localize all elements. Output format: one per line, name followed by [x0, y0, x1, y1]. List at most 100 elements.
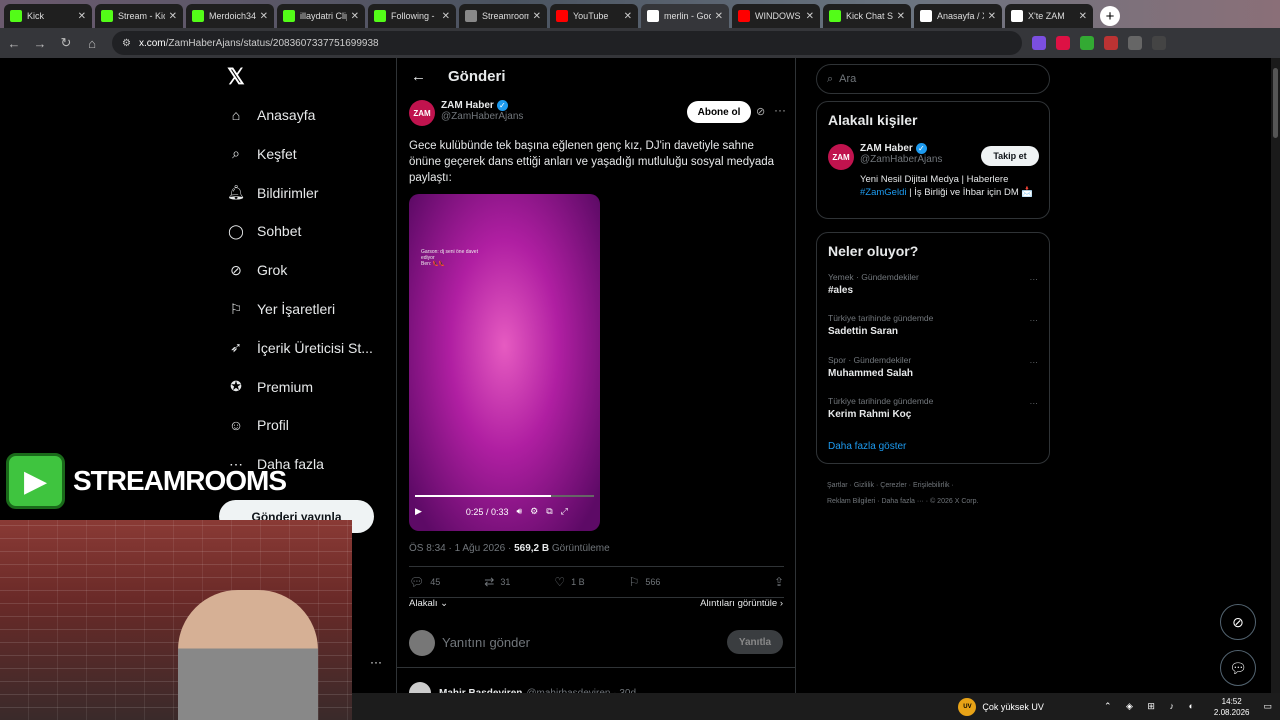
author-name[interactable]: ZAM Haber — [441, 100, 494, 111]
back-icon[interactable]: ← — [2, 36, 26, 51]
more-options-icon[interactable]: ··· — [1030, 315, 1039, 325]
grok-fab-icon[interactable]: ⊘ — [1220, 604, 1256, 640]
nav-item-chat[interactable]: ◯ Sohbet — [227, 222, 301, 240]
user-avatar[interactable] — [409, 630, 435, 656]
more-options-icon[interactable]: ··· — [1030, 357, 1039, 367]
reply-submit-button[interactable]: Yanıtla — [727, 630, 783, 654]
browser-tab[interactable]: Merdoich34 ✕ — [186, 4, 274, 28]
nav-item-grok[interactable]: ⊘ Grok — [227, 261, 287, 279]
close-icon[interactable]: ✕ — [533, 11, 541, 22]
follow-button[interactable]: Takip et — [981, 146, 1039, 166]
reply-input[interactable]: Yanıtını gönder — [442, 635, 530, 650]
more-options-icon[interactable]: ··· — [1030, 274, 1039, 284]
repost-button[interactable]: ⇄ 31 — [484, 575, 510, 589]
play-icon[interactable]: ▶ — [415, 506, 422, 517]
browser-tab[interactable]: merlin - Goo ✕ — [641, 4, 729, 28]
scrollbar-thumb[interactable] — [1273, 68, 1278, 138]
video-progress-bar[interactable] — [415, 495, 594, 497]
nav-item-bookmark[interactable]: ⚐ Yer İşaretleri — [227, 300, 335, 318]
relevant-handle[interactable]: @ZamHaberAjans — [860, 154, 942, 165]
video-player[interactable]: Garson: dj seni öne davet ediyor Ben: 👠👠… — [409, 194, 600, 531]
subscribe-button[interactable]: Abone ol — [687, 101, 751, 123]
volume-icon[interactable]: 🔊︎ — [516, 506, 522, 517]
scrollbar[interactable] — [1271, 58, 1280, 693]
more-options-icon[interactable]: ··· — [370, 655, 382, 669]
related-dropdown[interactable]: Alakalı ⌄ — [409, 598, 448, 609]
weather-badge[interactable]: UV — [958, 697, 977, 716]
close-icon[interactable]: ✕ — [624, 11, 632, 22]
close-icon[interactable]: ✕ — [169, 11, 177, 22]
extension-icon[interactable] — [1080, 36, 1094, 50]
author-handle[interactable]: @ZamHaberAjans — [441, 111, 523, 122]
browser-tab[interactable]: Kick Chat Se ✕ — [823, 4, 911, 28]
nav-item-home[interactable]: ⌂ Anasayfa — [227, 106, 316, 124]
view-quotes-link[interactable]: Alıntıları görüntüle › — [700, 598, 783, 609]
bookmark-button[interactable]: ⚐ 566 — [629, 575, 661, 589]
browser-tab[interactable]: WINDOWS ✕ — [732, 4, 820, 28]
close-icon[interactable]: ✕ — [442, 11, 450, 22]
settings-icon[interactable]: ⚙ — [530, 506, 538, 517]
browser-tab[interactable]: illaydatri Clip ✕ — [277, 4, 365, 28]
clock-time[interactable]: 14:52 — [1214, 696, 1250, 707]
browser-tab[interactable]: Anasayfa / X ✕ — [914, 4, 1002, 28]
site-info-icon[interactable]: ⚙ — [122, 38, 131, 49]
messages-fab-icon[interactable]: 💬︎ — [1220, 650, 1256, 686]
tray-icons[interactable]: ⌃ ◈ ⊞ ♪ ◐ — [1104, 701, 1200, 712]
close-icon[interactable]: ✕ — [715, 11, 723, 22]
relevant-avatar[interactable]: ZAM — [828, 144, 854, 170]
close-icon[interactable]: ✕ — [1079, 11, 1087, 22]
grok-icon[interactable]: ⊘ — [756, 105, 765, 118]
relevant-name[interactable]: ZAM Haber — [860, 143, 913, 154]
new-tab-icon[interactable]: + — [1100, 6, 1120, 26]
nav-item-search[interactable]: ⌕ Keşfet — [227, 145, 297, 163]
back-arrow-icon[interactable]: ← — [411, 68, 426, 85]
reload-icon[interactable]: ↻ — [54, 35, 78, 51]
extension-icon[interactable] — [1032, 36, 1046, 50]
author-avatar[interactable]: ZAM — [409, 100, 435, 126]
trend-item[interactable]: Yemek · Gündemdekiler #ales ··· — [828, 272, 1038, 296]
show-more-link[interactable]: Daha fazla göster — [828, 441, 906, 452]
profile-icon[interactable] — [1152, 36, 1166, 50]
bio-hashtag[interactable]: #ZamGeldi — [860, 187, 906, 198]
trend-item[interactable]: Spor · Gündemdekiler Muhammed Salah ··· — [828, 355, 1038, 379]
close-icon[interactable]: ✕ — [806, 11, 814, 22]
browser-tab[interactable]: Streamroom ✕ — [459, 4, 547, 28]
post-author[interactable]: ZAM ZAM Haber ✓ @ZamHaberAjans — [409, 100, 523, 126]
share-icon[interactable]: ⇪ — [774, 575, 784, 589]
extension-icon[interactable] — [1056, 36, 1070, 50]
browser-tab[interactable]: Following - ✕ — [368, 4, 456, 28]
footer-links[interactable]: Şartlar · Gizlilik · Çerezler · Erişileb… — [827, 478, 1047, 510]
like-button[interactable]: ♡ 1 B — [554, 575, 584, 589]
close-icon[interactable]: ✕ — [260, 11, 268, 22]
post-timestamp[interactable]: ÖS 8:34 · 1 Ağu 2026 · — [409, 543, 514, 554]
address-bar[interactable]: ⚙ x.com/ZamHaberAjans/status/20836073377… — [112, 31, 1022, 55]
nav-item-verified[interactable]: ✪ Premium — [227, 378, 313, 396]
reply-button[interactable]: 💬︎ 45 — [409, 575, 440, 589]
notification-icon[interactable]: ▭ — [1263, 701, 1272, 712]
browser-tab[interactable]: YouTube ✕ — [550, 4, 638, 28]
x-logo-icon[interactable]: 𝕏 — [227, 64, 245, 90]
nav-item-rocket[interactable]: ➶ İçerik Üreticisi St... — [227, 339, 373, 357]
more-options-icon[interactable]: ··· — [1030, 398, 1039, 408]
close-icon[interactable]: ✕ — [988, 11, 996, 22]
browser-tab[interactable]: Stream - Kick ✕ — [95, 4, 183, 28]
trend-item[interactable]: Türkiye tarihinde gündemde Kerim Rahmi Ko… — [828, 396, 1038, 420]
nav-item-person[interactable]: ☺ Profil — [227, 416, 289, 434]
extensions-puzzle-icon[interactable] — [1128, 36, 1142, 50]
weather-text[interactable]: Çok yüksek UV — [982, 702, 1044, 712]
trend-item[interactable]: Türkiye tarihinde gündemde Sadettin Saran… — [828, 313, 1038, 337]
close-icon[interactable]: ✕ — [351, 11, 359, 22]
browser-tab[interactable]: X'te ZAM ✕ — [1005, 4, 1093, 28]
nav-item-bell[interactable]: 🔔︎ Bildirimler — [227, 184, 318, 202]
fullscreen-icon[interactable]: ⤢ — [561, 506, 568, 517]
close-icon[interactable]: ✕ — [78, 11, 86, 22]
search-input[interactable]: ⌕ Ara — [816, 64, 1050, 94]
extension-icon[interactable] — [1104, 36, 1118, 50]
home-button-icon[interactable]: ⌂ — [80, 36, 104, 51]
more-options-icon[interactable]: ··· — [774, 103, 786, 117]
browser-tab[interactable]: Kick ✕ — [4, 4, 92, 28]
clock-date[interactable]: 2.08.2026 — [1214, 707, 1250, 718]
forward-icon[interactable]: → — [28, 36, 52, 51]
close-icon[interactable]: ✕ — [897, 11, 905, 22]
pip-icon[interactable]: ⧉ — [546, 506, 552, 517]
